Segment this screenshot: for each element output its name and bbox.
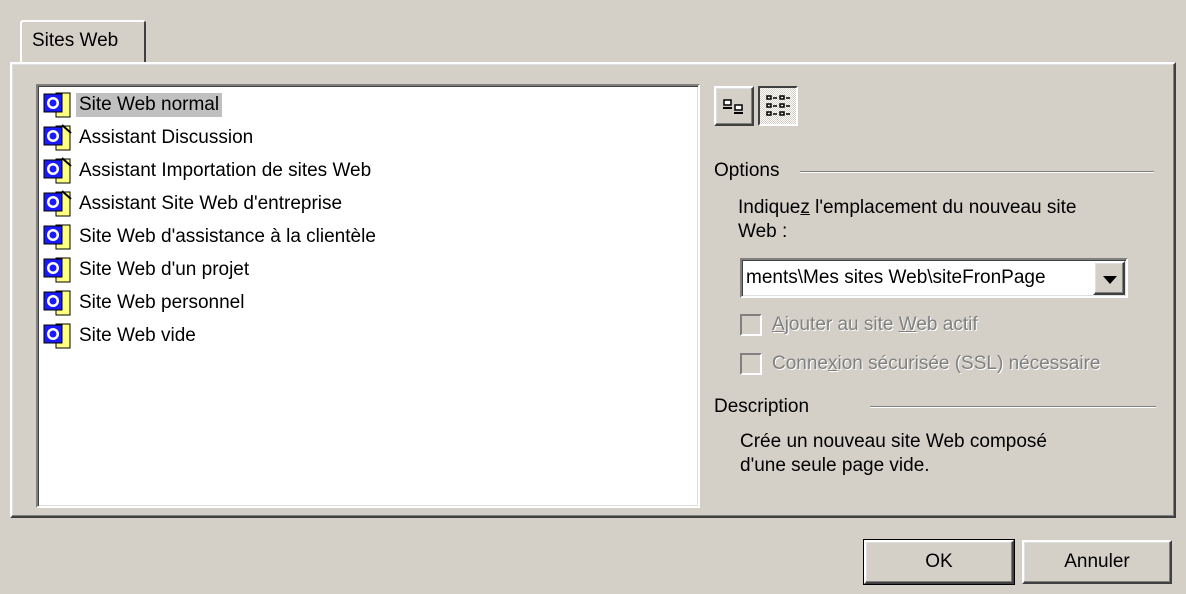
list-view-button[interactable] [758, 86, 798, 126]
ssl-required-option[interactable]: Connexion sécurisée (SSL) nécessaire [740, 353, 1100, 375]
list-item-label: Site Web d'un projet [79, 259, 250, 280]
list-item-label: Site Web personnel [79, 292, 245, 313]
dropdown-button[interactable] [1093, 261, 1125, 295]
add-to-current-web-option[interactable]: Ajouter au site Web actif [740, 314, 978, 336]
cancel-button[interactable]: Annuler [1022, 540, 1172, 584]
options-group-title: Options [714, 160, 786, 182]
description-divider [870, 406, 1156, 408]
list-item[interactable]: Site Web d'un projet [42, 255, 252, 285]
ok-button[interactable]: OK [863, 539, 1015, 585]
wizard-icon [43, 157, 72, 184]
list-item-label: Site Web normal [76, 93, 223, 117]
template-listbox[interactable]: Site Web normal Assistant Discussion Ass… [36, 84, 700, 508]
location-label: Indiquez l'emplacement du nouveau site We… [738, 197, 1077, 242]
list-item-label: Assistant Discussion [79, 127, 254, 148]
add-to-current-web-label: Ajouter au site Web actif [772, 314, 978, 335]
web-template-icon [43, 323, 71, 349]
list-item[interactable]: Assistant Importation de sites Web [42, 156, 374, 186]
ssl-required-checkbox[interactable] [740, 353, 762, 375]
add-to-current-web-checkbox[interactable] [740, 314, 762, 336]
web-template-icon [43, 257, 71, 283]
list-item[interactable]: Site Web vide [42, 321, 199, 351]
web-template-icon [43, 290, 71, 316]
list-item[interactable]: Assistant Site Web d'entreprise [42, 189, 345, 219]
list-item[interactable]: Site Web d'assistance à la clientèle [42, 222, 379, 252]
web-template-icon [43, 92, 71, 118]
list-item[interactable]: Assistant Discussion [42, 123, 256, 153]
tab-label: Sites Web [32, 30, 119, 51]
wizard-icon [43, 190, 72, 217]
list-item-label: Site Web vide [79, 325, 196, 346]
list-item-label: Assistant Site Web d'entreprise [79, 193, 343, 214]
location-combobox[interactable]: ments\Mes sites Web\siteFronPage [740, 258, 1128, 298]
large-icons-icon [723, 99, 743, 114]
location-value[interactable]: ments\Mes sites Web\siteFronPage [746, 267, 1046, 289]
wizard-icon [43, 124, 72, 151]
description-text: Crée un nouveau site Web composé d'une se… [740, 431, 1047, 476]
web-template-icon [43, 224, 71, 250]
list-view-icon [766, 95, 790, 116]
options-divider [800, 171, 1154, 173]
description-group-title: Description [714, 396, 816, 418]
list-item[interactable]: Site Web personnel [42, 288, 247, 318]
ssl-required-label: Connexion sécurisée (SSL) nécessaire [772, 353, 1101, 374]
list-item-label: Assistant Importation de sites Web [79, 160, 372, 181]
list-item-label: Site Web d'assistance à la clientèle [79, 226, 376, 247]
list-item[interactable]: Site Web normal [42, 90, 223, 120]
large-icons-view-button[interactable] [714, 86, 754, 126]
chevron-down-icon [1103, 276, 1117, 284]
tab-sites-web[interactable]: Sites Web [20, 20, 146, 62]
